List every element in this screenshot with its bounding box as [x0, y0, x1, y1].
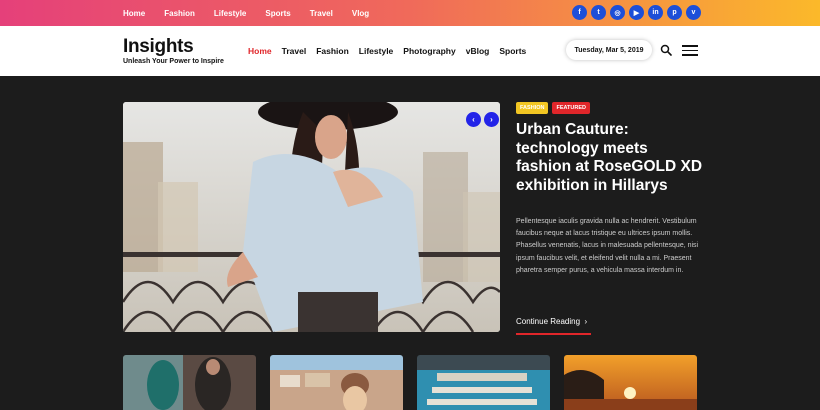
- post-badges: Fashion Featured: [516, 102, 594, 114]
- thumbnail-image: [123, 355, 256, 410]
- hero-photo-illustration: [123, 102, 500, 332]
- chevron-left-icon[interactable]: ‹: [466, 112, 481, 127]
- top-nav: Home Fashion Lifestyle Sports Travel Vlo…: [123, 0, 388, 26]
- top-nav-vlog[interactable]: Vlog: [352, 9, 369, 18]
- hero-title[interactable]: Urban Cauture: technology meets fashion …: [516, 121, 706, 195]
- nav-vblog[interactable]: vBlog: [466, 46, 490, 56]
- continue-reading-label: Continue Reading: [516, 317, 581, 326]
- category-badge[interactable]: Fashion: [516, 102, 549, 114]
- site-tagline: Unleash Your Power to Inspire: [123, 58, 224, 65]
- top-nav-lifestyle[interactable]: Lifestyle: [214, 9, 246, 18]
- search-icon[interactable]: [660, 44, 672, 56]
- nav-fashion[interactable]: Fashion: [316, 46, 349, 56]
- top-bar: Home Fashion Lifestyle Sports Travel Vlo…: [0, 0, 820, 26]
- facebook-icon[interactable]: f: [572, 5, 587, 20]
- top-nav-travel[interactable]: Travel: [310, 9, 333, 18]
- main-nav: Home Travel Fashion Lifestyle Photograph…: [248, 46, 536, 56]
- site-header: Insights Unleash Your Power to Inspire H…: [0, 26, 820, 76]
- nav-lifestyle[interactable]: Lifestyle: [359, 46, 394, 56]
- chevron-right-icon: ›: [582, 317, 588, 326]
- hero-excerpt: Pellentesque iaculis gravida nulla ac he…: [516, 218, 699, 274]
- nav-photography[interactable]: Photography: [403, 46, 455, 56]
- thumbnail-image: [270, 355, 403, 410]
- youtube-icon[interactable]: ▶: [629, 5, 644, 20]
- twitter-icon[interactable]: t: [591, 5, 606, 20]
- post-thumbnail[interactable]: [123, 355, 256, 410]
- continue-reading-link[interactable]: Continue Reading ›: [516, 317, 587, 326]
- nav-travel[interactable]: Travel: [282, 46, 307, 56]
- current-date: Tuesday, Mar 5, 2019: [566, 40, 652, 60]
- social-links: f t ◎ ▶ in p v: [572, 5, 705, 20]
- pinterest-icon[interactable]: p: [667, 5, 682, 20]
- top-nav-fashion[interactable]: Fashion: [164, 9, 195, 18]
- continue-reading-underline: [516, 333, 591, 335]
- instagram-icon[interactable]: ◎: [610, 5, 625, 20]
- nav-home[interactable]: Home: [248, 46, 272, 56]
- slider-arrows: ‹ ›: [466, 112, 502, 127]
- top-nav-sports[interactable]: Sports: [265, 9, 290, 18]
- vimeo-icon[interactable]: v: [686, 5, 701, 20]
- post-thumbnail[interactable]: [270, 355, 403, 410]
- hamburger-menu-icon[interactable]: [682, 45, 698, 56]
- thumbnail-image: [417, 355, 550, 410]
- post-thumbnail[interactable]: [417, 355, 550, 410]
- thumbnail-image: [564, 355, 697, 410]
- linkedin-icon[interactable]: in: [648, 5, 663, 20]
- featured-badge[interactable]: Featured: [552, 102, 590, 114]
- chevron-right-icon[interactable]: ›: [484, 112, 499, 127]
- nav-sports[interactable]: Sports: [499, 46, 526, 56]
- hero-image[interactable]: [123, 102, 500, 332]
- top-nav-home[interactable]: Home: [123, 9, 145, 18]
- site-logo[interactable]: Insights: [123, 36, 194, 58]
- post-thumbnail[interactable]: [564, 355, 697, 410]
